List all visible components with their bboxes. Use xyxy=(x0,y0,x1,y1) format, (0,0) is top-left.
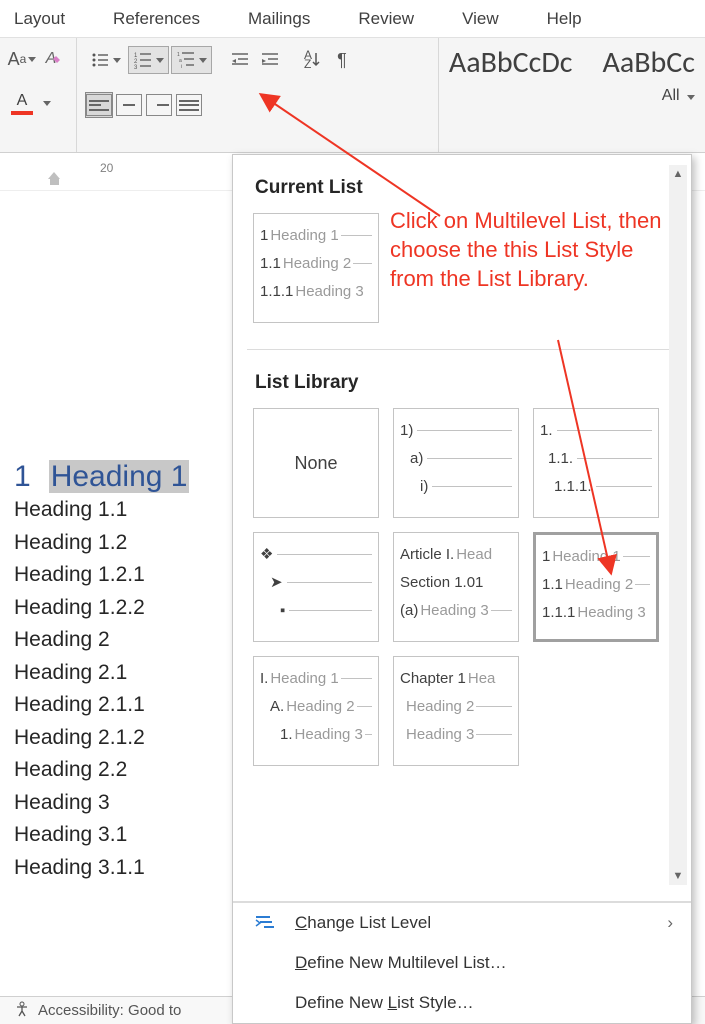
define-list-style-item[interactable]: Define New List Style… xyxy=(233,983,691,1023)
style-heading-preview[interactable]: AaBbCc xyxy=(603,44,696,81)
change-list-level-item[interactable]: Change List Level › xyxy=(233,903,691,943)
styles-group: AaBbCcDc AaBbCc All xyxy=(439,38,705,152)
align-left-button[interactable] xyxy=(85,92,113,118)
ruler-indent-marker-icon[interactable] xyxy=(48,172,60,179)
multilevel-list-button[interactable]: 1ai xyxy=(171,46,212,74)
svg-text:i: i xyxy=(181,64,182,70)
justify-button[interactable] xyxy=(175,92,203,118)
ruler-hanging-indent-icon[interactable] xyxy=(50,179,59,185)
align-right-button[interactable] xyxy=(145,92,173,118)
list-thumb-bullets[interactable]: ❖ ➤ ▪ xyxy=(253,532,379,642)
doc-line: Heading 3.1.1 xyxy=(14,852,240,885)
list-thumb-chapter[interactable]: Chapter 1Hea Heading 2 Heading 3 xyxy=(393,656,519,766)
dropdown-footer: Change List Level › Define New Multileve… xyxy=(233,901,691,1023)
bullets-button[interactable] xyxy=(85,46,126,74)
doc-line: Heading 2.1.2 xyxy=(14,722,240,755)
accessibility-label: Accessibility: Good to xyxy=(38,1002,181,1019)
doc-line: Heading 1.1 xyxy=(14,494,240,527)
doc-line: Heading 1.2.1 xyxy=(14,559,240,592)
styles-all-dropdown[interactable]: All xyxy=(449,87,695,105)
clear-formatting-button[interactable]: A xyxy=(40,46,68,72)
doc-line: Heading 3 xyxy=(14,787,240,820)
doc-line: Heading 2.2 xyxy=(14,754,240,787)
decrease-indent-button[interactable] xyxy=(226,47,254,73)
current-list-title: Current List xyxy=(233,155,691,213)
multilevel-list-dropdown: ▲ ▼ Current List 1Heading 1 1.1Heading 2… xyxy=(232,154,692,1024)
numbering-button[interactable]: 123 xyxy=(128,46,169,74)
tab-help[interactable]: Help xyxy=(547,9,582,29)
doc-line: Heading 1.2 xyxy=(14,527,240,560)
scroll-down-icon[interactable]: ▼ xyxy=(669,867,687,885)
heading-text[interactable]: Heading 1 xyxy=(49,460,190,493)
align-center-button[interactable] xyxy=(115,92,143,118)
svg-text:3: 3 xyxy=(134,65,138,70)
doc-line: Heading 2 xyxy=(14,624,240,657)
define-multi-label: Define New Multilevel List… xyxy=(295,953,507,973)
current-list-thumb[interactable]: 1Heading 1 1.1Heading 2 1.1.1Heading 3 xyxy=(253,213,379,323)
change-case-button[interactable]: Aa xyxy=(8,46,36,72)
tab-view[interactable]: View xyxy=(462,9,499,29)
show-paragraph-marks-button[interactable]: ¶ xyxy=(328,47,356,73)
tab-review[interactable]: Review xyxy=(358,9,414,29)
doc-line: Heading 2.1 xyxy=(14,657,240,690)
list-thumb-paren[interactable]: 1) a) i) xyxy=(393,408,519,518)
scroll-up-icon[interactable]: ▲ xyxy=(669,165,687,183)
define-multilevel-item[interactable]: Define New Multilevel List… xyxy=(233,943,691,983)
ribbon-toolbar: Aa A A 123 1ai xyxy=(0,38,705,153)
change-level-label: Change List Level xyxy=(295,913,431,933)
list-thumb-roman[interactable]: I.Heading 1 A.Heading 2 1.Heading 3 xyxy=(253,656,379,766)
define-style-label: Define New List Style… xyxy=(295,993,474,1013)
list-thumb-heading-numbered[interactable]: 1Heading 1 1.1Heading 2 1.1.1Heading 3 xyxy=(533,532,659,642)
tab-mailings[interactable]: Mailings xyxy=(248,9,310,29)
tab-references[interactable]: References xyxy=(113,9,200,29)
font-color-button[interactable]: A xyxy=(8,90,36,116)
list-thumb-none[interactable]: None xyxy=(253,408,379,518)
style-normal-preview[interactable]: AaBbCcDc xyxy=(449,44,573,81)
change-level-icon xyxy=(251,914,279,932)
chevron-right-icon: › xyxy=(667,913,673,933)
doc-line: Heading 1.2.2 xyxy=(14,592,240,625)
list-library-title: List Library xyxy=(233,350,691,408)
sort-button[interactable]: AZ xyxy=(298,47,326,73)
ruler-mark-20: 20 xyxy=(100,161,113,175)
accessibility-icon xyxy=(14,1001,30,1021)
font-group: Aa A A xyxy=(0,38,77,152)
list-thumb-dot[interactable]: 1. 1.1. 1.1.1. xyxy=(533,408,659,518)
doc-line: Heading 2.1.1 xyxy=(14,689,240,722)
increase-indent-button[interactable] xyxy=(256,47,284,73)
document-area: 1 Heading 1 Heading 1.1 Heading 1.2 Headi… xyxy=(0,200,240,625)
doc-line: Heading 3.1 xyxy=(14,819,240,852)
dropdown-scrollbar[interactable]: ▲ ▼ xyxy=(669,165,687,885)
font-color-dropdown-icon[interactable] xyxy=(43,101,51,106)
tab-layout[interactable]: Layout xyxy=(14,9,65,29)
heading-number: 1 xyxy=(14,460,31,493)
ribbon-tabs: Layout References Mailings Review View H… xyxy=(0,0,705,38)
paragraph-group: 123 1ai AZ ¶ xyxy=(77,38,439,152)
list-thumb-article[interactable]: Article I.Head Section 1.01 (a)Heading 3 xyxy=(393,532,519,642)
